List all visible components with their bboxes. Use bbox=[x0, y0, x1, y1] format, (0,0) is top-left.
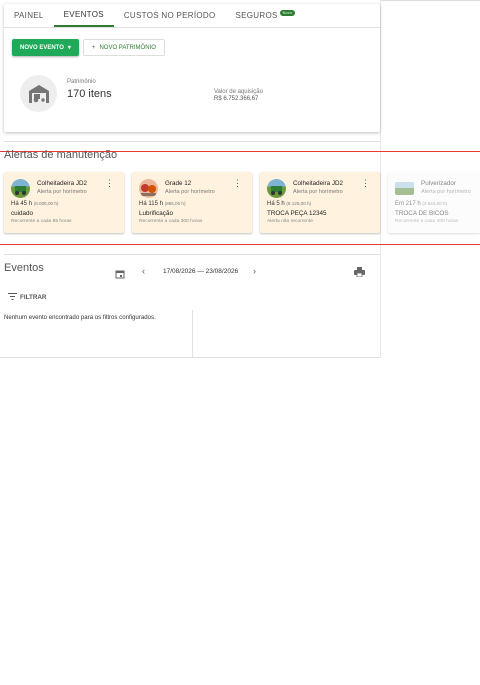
alert-card[interactable]: Colheitadeira JD2 Alerta por horímetro ⋮… bbox=[4, 172, 124, 233]
alert-name: TROCA PEÇA 12345 bbox=[267, 210, 327, 217]
section-bottom-border bbox=[0, 357, 380, 358]
alert-recurrence: Recorrente a cada 85 horas bbox=[11, 219, 72, 224]
app-root: PAINEL EVENTOS CUSTOS NO PERÍODO SEGUROS… bbox=[0, 0, 480, 685]
tab-bar: PAINEL EVENTOS CUSTOS NO PERÍODO SEGUROS… bbox=[4, 4, 380, 28]
filter-icon bbox=[8, 293, 17, 302]
tab-seguros[interactable]: SEGUROS Novo bbox=[226, 4, 306, 27]
disc-harrow-photo bbox=[139, 179, 158, 198]
alert-asset-name: Grade 12 bbox=[165, 180, 192, 187]
more-vert-icon[interactable]: ⋮ bbox=[361, 179, 370, 188]
acquisition-value: R$ 6.752.366,67 bbox=[214, 96, 259, 102]
alert-time-detail: (8.005,00 h) bbox=[33, 201, 59, 206]
alert-recurrence: Recorrente a cada 300 horas bbox=[395, 219, 459, 224]
tab-custos[interactable]: CUSTOS NO PERÍODO bbox=[114, 4, 226, 27]
action-buttons: NOVO EVENTO ▾ + NOVO PATRIMÔNIO bbox=[12, 39, 165, 56]
filter-button[interactable]: FILTRAR bbox=[8, 293, 46, 302]
alert-time-value: Há 115 h bbox=[139, 201, 163, 207]
more-vert-icon[interactable]: ⋮ bbox=[105, 179, 114, 188]
chevron-left-icon[interactable]: ‹ bbox=[142, 266, 145, 276]
alert-type: Alerta por horímetro bbox=[37, 189, 87, 195]
divider bbox=[4, 141, 380, 142]
top-edge-line bbox=[380, 0, 480, 1]
alert-time-value: Há 45 h bbox=[11, 201, 33, 207]
new-badge: Novo bbox=[279, 10, 296, 16]
empty-state-message: Nenhum evento encontrado para os filtros… bbox=[4, 314, 156, 321]
alert-asset-name: Pulverizador bbox=[421, 180, 456, 187]
tractor-garage-icon bbox=[20, 75, 57, 112]
alert-time-detail: (3.543,00 h) bbox=[422, 201, 448, 206]
alert-asset-name: Colheitadeira JD2 bbox=[37, 180, 88, 187]
new-event-button[interactable]: NOVO EVENTO ▾ bbox=[12, 39, 79, 56]
alert-name: Lubrificação bbox=[139, 210, 173, 217]
print-icon[interactable] bbox=[354, 264, 365, 282]
asset-count-label: Patrimônio bbox=[67, 79, 96, 85]
alert-time-detail: (885,00 h) bbox=[164, 201, 186, 206]
alert-recurrence: Alerta não recorrente bbox=[267, 219, 313, 224]
column-divider bbox=[192, 310, 193, 358]
new-asset-button[interactable]: + NOVO PATRIMÔNIO bbox=[82, 39, 165, 56]
alert-time: Há 115 h (885,00 h) bbox=[139, 201, 186, 207]
alert-time-value: Há 5 h bbox=[267, 201, 285, 207]
new-event-label: NOVO EVENTO bbox=[20, 44, 64, 51]
alert-type: Alerta por horímetro bbox=[421, 189, 471, 195]
filter-label: FILTRAR bbox=[20, 294, 47, 301]
more-vert-icon[interactable]: ⋮ bbox=[233, 179, 242, 188]
alert-time: Há 5 h (8.125,00 h) bbox=[267, 201, 311, 207]
chevron-right-icon[interactable]: › bbox=[253, 266, 256, 276]
alert-asset-name: Colheitadeira JD2 bbox=[293, 180, 344, 187]
asset-count-value: 170 itens bbox=[67, 88, 112, 100]
overview-card: PAINEL EVENTOS CUSTOS NO PERÍODO SEGUROS… bbox=[4, 4, 380, 132]
harvester-photo bbox=[267, 179, 286, 198]
calendar-icon[interactable] bbox=[115, 266, 125, 284]
tab-eventos[interactable]: EVENTOS bbox=[53, 4, 114, 27]
tab-label: CUSTOS NO PERÍODO bbox=[123, 11, 216, 20]
date-range: 17/08/2026 — 23/08/2026 bbox=[163, 268, 239, 275]
acquisition-label: Valor de aquisição bbox=[214, 89, 263, 95]
alert-card[interactable]: Grade 12 Alerta por horímetro ⋮ Há 115 h… bbox=[132, 172, 252, 233]
plus-icon: + bbox=[91, 44, 96, 51]
alert-type: Alerta por horímetro bbox=[165, 189, 215, 195]
tab-painel[interactable]: PAINEL bbox=[4, 4, 54, 27]
alert-card[interactable]: Colheitadeira JD2 Alerta por horímetro ⋮… bbox=[260, 172, 380, 233]
sprayer-photo bbox=[395, 182, 414, 195]
tab-label: SEGUROS bbox=[235, 11, 278, 20]
caret-down-icon: ▾ bbox=[67, 45, 71, 51]
alert-type: Alerta por horímetro bbox=[293, 189, 343, 195]
divider bbox=[4, 254, 380, 255]
alert-name: TROCA DE BICOS bbox=[395, 210, 449, 217]
new-asset-label: NOVO PATRIMÔNIO bbox=[99, 44, 156, 51]
alert-time-value: Em 217 h bbox=[395, 201, 421, 207]
alerts-title: Alertas de manutenção bbox=[4, 149, 118, 161]
alert-name: cuidado bbox=[11, 210, 34, 217]
alert-card[interactable]: Pulverizador Alerta por horímetro Em 217… bbox=[388, 172, 480, 233]
alert-recurrence: Recorrente a cada 300 horas bbox=[139, 219, 203, 224]
harvester-photo bbox=[11, 179, 30, 198]
alert-time-detail: (8.125,00 h) bbox=[286, 201, 312, 206]
events-title: Eventos bbox=[4, 262, 44, 274]
tab-label: PAINEL bbox=[14, 11, 44, 20]
tab-label: EVENTOS bbox=[63, 10, 104, 19]
alert-time: Em 217 h (3.543,00 h) bbox=[395, 201, 447, 207]
alert-time: Há 45 h (8.005,00 h) bbox=[11, 201, 58, 207]
